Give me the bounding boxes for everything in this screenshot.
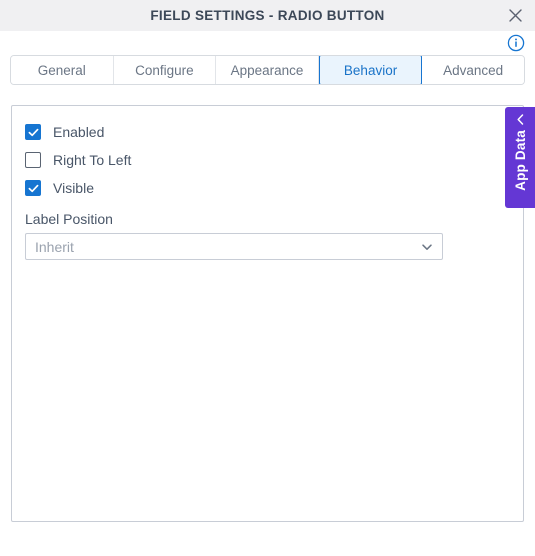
- info-row: [0, 31, 535, 55]
- behavior-settings-panel: Enabled Right To Left Visible Label Posi…: [11, 105, 524, 522]
- dialog-titlebar: FIELD SETTINGS - RADIO BUTTON: [0, 0, 535, 31]
- tab-label: Behavior: [343, 62, 398, 78]
- tab-label: Advanced: [443, 62, 504, 78]
- app-data-label: App Data: [512, 130, 528, 191]
- checkbox-label-enabled: Enabled: [53, 124, 105, 140]
- chevron-left-icon: [514, 113, 527, 126]
- tab-label: Appearance: [230, 62, 304, 78]
- tab-appearance[interactable]: Appearance: [216, 56, 319, 84]
- chevron-down-icon: [421, 241, 433, 253]
- tab-label: General: [37, 62, 86, 78]
- tab-label: Configure: [135, 62, 194, 78]
- checkbox-right-to-left[interactable]: [25, 152, 41, 168]
- label-position-select[interactable]: Inherit: [25, 233, 443, 260]
- checkbox-label-right-to-left: Right To Left: [53, 152, 132, 168]
- checkbox-label-visible: Visible: [53, 180, 94, 196]
- settings-tab-bar: General Configure Appearance Behavior Ad…: [10, 55, 525, 85]
- tab-configure[interactable]: Configure: [113, 56, 217, 84]
- tab-behavior[interactable]: Behavior: [318, 56, 423, 84]
- label-position-value: Inherit: [35, 238, 74, 255]
- behavior-field-list: Enabled Right To Left Visible Label Posi…: [12, 106, 523, 260]
- app-data-panel-toggle[interactable]: App Data: [505, 107, 535, 208]
- close-icon[interactable]: [504, 5, 526, 27]
- field-row-right-to-left: Right To Left: [25, 146, 523, 174]
- info-circle-icon[interactable]: [507, 34, 525, 52]
- field-settings-dialog: FIELD SETTINGS - RADIO BUTTON General Co…: [0, 0, 535, 556]
- tab-general[interactable]: General: [11, 56, 114, 84]
- checkbox-visible[interactable]: [25, 180, 41, 196]
- page-title: FIELD SETTINGS - RADIO BUTTON: [150, 8, 385, 23]
- field-row-visible: Visible: [25, 174, 523, 202]
- tab-advanced[interactable]: Advanced: [422, 56, 524, 84]
- checkbox-enabled[interactable]: [25, 124, 41, 140]
- field-row-enabled: Enabled: [25, 118, 523, 146]
- label-position-label: Label Position: [25, 211, 113, 227]
